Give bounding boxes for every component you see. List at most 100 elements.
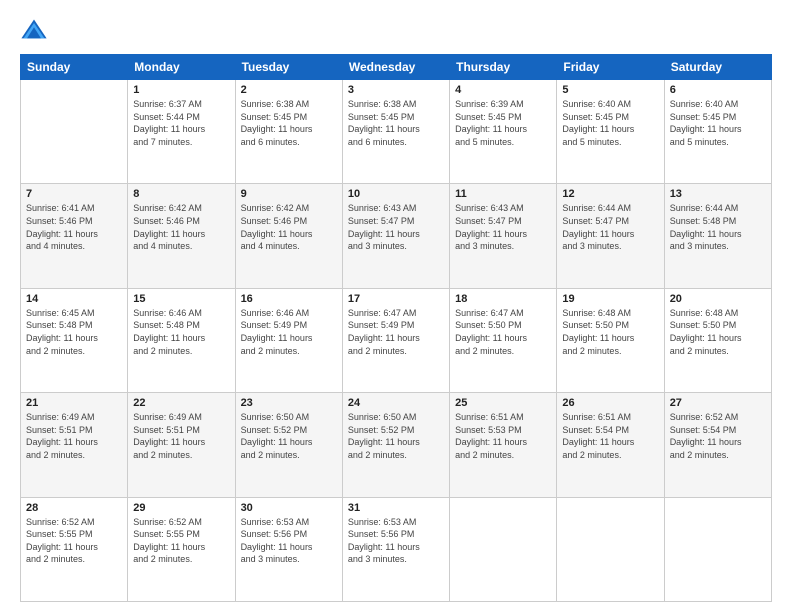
- calendar-cell: 9 Sunrise: 6:42 AMSunset: 5:46 PMDaylight…: [235, 184, 342, 288]
- day-info: Sunrise: 6:52 AMSunset: 5:55 PMDaylight:…: [26, 516, 122, 566]
- calendar-week-row: 1 Sunrise: 6:37 AMSunset: 5:44 PMDaylight…: [21, 80, 772, 184]
- calendar-cell: 13 Sunrise: 6:44 AMSunset: 5:48 PMDayligh…: [664, 184, 771, 288]
- day-info: Sunrise: 6:50 AMSunset: 5:52 PMDaylight:…: [348, 411, 444, 461]
- calendar-cell: 18 Sunrise: 6:47 AMSunset: 5:50 PMDayligh…: [450, 288, 557, 392]
- day-info: Sunrise: 6:47 AMSunset: 5:50 PMDaylight:…: [455, 307, 551, 357]
- day-number: 21: [26, 397, 122, 409]
- day-number: 31: [348, 502, 444, 514]
- calendar-cell: 3 Sunrise: 6:38 AMSunset: 5:45 PMDaylight…: [342, 80, 449, 184]
- day-info: Sunrise: 6:48 AMSunset: 5:50 PMDaylight:…: [562, 307, 658, 357]
- day-info: Sunrise: 6:37 AMSunset: 5:44 PMDaylight:…: [133, 98, 229, 148]
- calendar-cell: 7Sunrise: 6:41 AMSunset: 5:46 PMDaylight…: [21, 184, 128, 288]
- weekday-header-friday: Friday: [557, 55, 664, 80]
- calendar-cell: 16 Sunrise: 6:46 AMSunset: 5:49 PMDayligh…: [235, 288, 342, 392]
- day-number: 10: [348, 188, 444, 200]
- day-info: Sunrise: 6:49 AMSunset: 5:51 PMDaylight:…: [26, 411, 122, 461]
- day-number: 6: [670, 84, 766, 96]
- day-number: 2: [241, 84, 337, 96]
- calendar-cell: 12 Sunrise: 6:44 AMSunset: 5:47 PMDayligh…: [557, 184, 664, 288]
- calendar-cell: 25 Sunrise: 6:51 AMSunset: 5:53 PMDayligh…: [450, 393, 557, 497]
- day-info: Sunrise: 6:48 AMSunset: 5:50 PMDaylight:…: [670, 307, 766, 357]
- day-number: 22: [133, 397, 229, 409]
- day-info: Sunrise: 6:44 AMSunset: 5:47 PMDaylight:…: [562, 202, 658, 252]
- day-info: Sunrise: 6:50 AMSunset: 5:52 PMDaylight:…: [241, 411, 337, 461]
- day-number: 1: [133, 84, 229, 96]
- day-number: 7: [26, 188, 122, 200]
- weekday-header-saturday: Saturday: [664, 55, 771, 80]
- day-info: Sunrise: 6:45 AMSunset: 5:48 PMDaylight:…: [26, 307, 122, 357]
- day-number: 18: [455, 293, 551, 305]
- calendar-cell: 1 Sunrise: 6:37 AMSunset: 5:44 PMDaylight…: [128, 80, 235, 184]
- weekday-header-tuesday: Tuesday: [235, 55, 342, 80]
- day-number: 16: [241, 293, 337, 305]
- calendar-cell: 24 Sunrise: 6:50 AMSunset: 5:52 PMDayligh…: [342, 393, 449, 497]
- calendar-cell: 14 Sunrise: 6:45 AMSunset: 5:48 PMDayligh…: [21, 288, 128, 392]
- day-info: Sunrise: 6:53 AMSunset: 5:56 PMDaylight:…: [348, 516, 444, 566]
- calendar-week-row: 14 Sunrise: 6:45 AMSunset: 5:48 PMDayligh…: [21, 288, 772, 392]
- day-number: 26: [562, 397, 658, 409]
- day-number: 23: [241, 397, 337, 409]
- day-info: Sunrise: 6:38 AMSunset: 5:45 PMDaylight:…: [241, 98, 337, 148]
- calendar-cell: 2 Sunrise: 6:38 AMSunset: 5:45 PMDaylight…: [235, 80, 342, 184]
- day-info: Sunrise: 6:43 AMSunset: 5:47 PMDaylight:…: [455, 202, 551, 252]
- calendar-cell: 20 Sunrise: 6:48 AMSunset: 5:50 PMDayligh…: [664, 288, 771, 392]
- day-number: 14: [26, 293, 122, 305]
- day-number: 4: [455, 84, 551, 96]
- day-info: Sunrise: 6:43 AMSunset: 5:47 PMDaylight:…: [348, 202, 444, 252]
- calendar-cell: 6 Sunrise: 6:40 AMSunset: 5:45 PMDaylight…: [664, 80, 771, 184]
- day-info: Sunrise: 6:51 AMSunset: 5:53 PMDaylight:…: [455, 411, 551, 461]
- day-info: Sunrise: 6:42 AMSunset: 5:46 PMDaylight:…: [241, 202, 337, 252]
- day-number: 11: [455, 188, 551, 200]
- day-info: Sunrise: 6:40 AMSunset: 5:45 PMDaylight:…: [670, 98, 766, 148]
- weekday-header-thursday: Thursday: [450, 55, 557, 80]
- calendar-week-row: 7Sunrise: 6:41 AMSunset: 5:46 PMDaylight…: [21, 184, 772, 288]
- day-number: 13: [670, 188, 766, 200]
- day-info: Sunrise: 6:49 AMSunset: 5:51 PMDaylight:…: [133, 411, 229, 461]
- calendar-cell: 29Sunrise: 6:52 AMSunset: 5:55 PMDayligh…: [128, 497, 235, 601]
- calendar-cell: 4 Sunrise: 6:39 AMSunset: 5:45 PMDaylight…: [450, 80, 557, 184]
- calendar-cell: 22 Sunrise: 6:49 AMSunset: 5:51 PMDayligh…: [128, 393, 235, 497]
- day-number: 9: [241, 188, 337, 200]
- calendar-cell: 5Sunrise: 6:40 AMSunset: 5:45 PMDaylight…: [557, 80, 664, 184]
- calendar-cell: 11 Sunrise: 6:43 AMSunset: 5:47 PMDayligh…: [450, 184, 557, 288]
- day-info: Sunrise: 6:47 AMSunset: 5:49 PMDaylight:…: [348, 307, 444, 357]
- day-info: Sunrise: 6:46 AMSunset: 5:49 PMDaylight:…: [241, 307, 337, 357]
- calendar-cell: 28 Sunrise: 6:52 AMSunset: 5:55 PMDayligh…: [21, 497, 128, 601]
- calendar-cell: 10 Sunrise: 6:43 AMSunset: 5:47 PMDayligh…: [342, 184, 449, 288]
- calendar-cell: [664, 497, 771, 601]
- day-number: 8: [133, 188, 229, 200]
- weekday-header-wednesday: Wednesday: [342, 55, 449, 80]
- calendar-cell: [21, 80, 128, 184]
- day-number: 15: [133, 293, 229, 305]
- day-info: Sunrise: 6:53 AMSunset: 5:56 PMDaylight:…: [241, 516, 337, 566]
- calendar-cell: 30 Sunrise: 6:53 AMSunset: 5:56 PMDayligh…: [235, 497, 342, 601]
- day-number: 19: [562, 293, 658, 305]
- day-info: Sunrise: 6:38 AMSunset: 5:45 PMDaylight:…: [348, 98, 444, 148]
- calendar-week-row: 28 Sunrise: 6:52 AMSunset: 5:55 PMDayligh…: [21, 497, 772, 601]
- weekday-header-monday: Monday: [128, 55, 235, 80]
- weekday-header-row: SundayMondayTuesdayWednesdayThursdayFrid…: [21, 55, 772, 80]
- calendar-cell: [557, 497, 664, 601]
- calendar-cell: 31 Sunrise: 6:53 AMSunset: 5:56 PMDayligh…: [342, 497, 449, 601]
- day-number: 12: [562, 188, 658, 200]
- calendar-cell: 21 Sunrise: 6:49 AMSunset: 5:51 PMDayligh…: [21, 393, 128, 497]
- logo: [20, 16, 50, 44]
- day-number: 24: [348, 397, 444, 409]
- day-info: Sunrise: 6:42 AMSunset: 5:46 PMDaylight:…: [133, 202, 229, 252]
- day-number: 25: [455, 397, 551, 409]
- day-number: 28: [26, 502, 122, 514]
- day-number: 5: [562, 84, 658, 96]
- header: [20, 16, 772, 44]
- page: SundayMondayTuesdayWednesdayThursdayFrid…: [0, 0, 792, 612]
- calendar-cell: 15Sunrise: 6:46 AMSunset: 5:48 PMDayligh…: [128, 288, 235, 392]
- day-info: Sunrise: 6:39 AMSunset: 5:45 PMDaylight:…: [455, 98, 551, 148]
- day-info: Sunrise: 6:44 AMSunset: 5:48 PMDaylight:…: [670, 202, 766, 252]
- day-number: 27: [670, 397, 766, 409]
- day-number: 17: [348, 293, 444, 305]
- calendar-cell: [450, 497, 557, 601]
- day-number: 3: [348, 84, 444, 96]
- day-info: Sunrise: 6:52 AMSunset: 5:55 PMDaylight:…: [133, 516, 229, 566]
- day-number: 20: [670, 293, 766, 305]
- day-number: 30: [241, 502, 337, 514]
- calendar-cell: 23 Sunrise: 6:50 AMSunset: 5:52 PMDayligh…: [235, 393, 342, 497]
